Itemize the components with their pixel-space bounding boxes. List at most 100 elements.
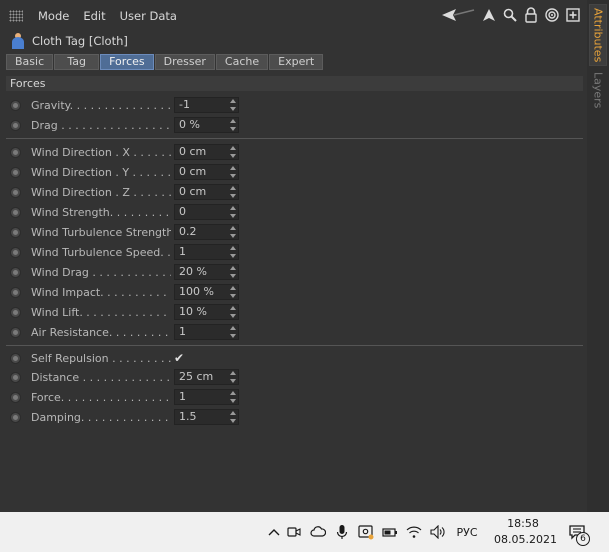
spinner-arrows-icon[interactable] [230, 119, 236, 131]
animate-toggle-icon[interactable] [10, 246, 21, 258]
notification-count-badge: 6 [576, 532, 590, 546]
battery-icon[interactable] [378, 526, 402, 538]
param-field-gravity[interactable]: -1 [174, 97, 239, 113]
spinner-arrows-icon[interactable] [230, 391, 236, 403]
menu-bar: Mode Edit User Data [0, 3, 587, 28]
param-row-wind-impact: Wind Impact. . . . . . . . . . . 100 % [10, 283, 239, 301]
microphone-icon[interactable] [330, 524, 354, 540]
spinner-arrows-icon[interactable] [230, 286, 236, 298]
param-field-damping[interactable]: 1.5 [174, 409, 239, 425]
lock-icon[interactable] [523, 6, 539, 24]
tab-basic[interactable]: Basic [6, 54, 54, 70]
param-row-self-repulsion: Self Repulsion . . . . . . . . . ✔ [10, 349, 184, 367]
spinner-arrows-icon[interactable] [230, 246, 236, 258]
animate-toggle-icon[interactable] [10, 99, 21, 111]
notifications-icon[interactable]: 6 [566, 524, 590, 546]
tab-cache[interactable]: Cache [215, 54, 269, 70]
param-field-drag[interactable]: 0 % [174, 117, 239, 133]
animate-toggle-icon[interactable] [10, 326, 21, 338]
param-field-air-resistance[interactable]: 1 [174, 324, 239, 340]
spinner-arrows-icon[interactable] [230, 326, 236, 338]
spinner-arrows-icon[interactable] [230, 306, 236, 318]
self-repulsion-checkbox[interactable]: ✔ [174, 351, 184, 365]
back-arrow-icon[interactable] [442, 6, 476, 24]
param-field-wind-turbulence-strength[interactable]: 0.2 [174, 224, 239, 240]
param-field-wind-turbulence-speed[interactable]: 1 [174, 244, 239, 260]
volume-icon[interactable] [426, 525, 450, 539]
animate-toggle-icon[interactable] [10, 119, 21, 131]
param-field-wind-direction-z[interactable]: 0 cm [174, 184, 239, 200]
param-row-wind-lift: Wind Lift. . . . . . . . . . . . . 10 % [10, 303, 239, 321]
system-clock[interactable]: 18:58 08.05.2021 [494, 516, 557, 548]
input-language[interactable]: РУС [450, 526, 484, 539]
param-label: Wind Lift. . . . . . . . . . . . . [31, 305, 167, 319]
param-field-force[interactable]: 1 [174, 389, 239, 405]
animate-toggle-icon[interactable] [10, 286, 21, 298]
param-label: Wind Direction . Z . . . . . . . [31, 185, 171, 199]
tab-dresser[interactable]: Dresser [154, 54, 215, 70]
animate-toggle-icon[interactable] [10, 166, 21, 178]
param-field-wind-strength[interactable]: 0 [174, 204, 239, 220]
meet-now-icon[interactable] [282, 525, 306, 539]
animate-toggle-icon[interactable] [10, 411, 21, 423]
panel-grip-icon[interactable] [9, 9, 23, 22]
search-icon[interactable] [502, 6, 518, 24]
spinner-arrows-icon[interactable] [230, 166, 236, 178]
target-icon[interactable] [544, 6, 560, 24]
param-field-distance[interactable]: 25 cm [174, 369, 239, 385]
notification-center[interactable]: 6 [566, 512, 590, 552]
param-label: Gravity. . . . . . . . . . . . . . . . . [31, 98, 171, 112]
chevron-up-icon[interactable] [266, 528, 282, 536]
animate-toggle-icon[interactable] [10, 146, 21, 158]
param-field-wind-direction-x[interactable]: 0 cm [174, 144, 239, 160]
spinner-arrows-icon[interactable] [230, 411, 236, 423]
side-tab-attributes[interactable]: Attributes [589, 4, 607, 66]
animate-toggle-icon[interactable] [10, 391, 21, 403]
param-value: 0 [179, 205, 186, 218]
animate-toggle-icon[interactable] [10, 306, 21, 318]
param-row-wind-direction-z: Wind Direction . Z . . . . . . . 0 cm [10, 183, 239, 201]
menu-user-data[interactable]: User Data [113, 9, 184, 23]
param-value: 1 [179, 245, 186, 258]
onedrive-cloud-icon[interactable] [306, 526, 330, 538]
param-value: 20 % [179, 265, 207, 278]
title-row: Cloth Tag [Cloth] [0, 30, 587, 52]
wifi-icon[interactable] [402, 525, 426, 539]
spinner-arrows-icon[interactable] [230, 226, 236, 238]
param-field-wind-direction-y[interactable]: 0 cm [174, 164, 239, 180]
screen-capture-icon[interactable] [354, 524, 378, 540]
new-panel-icon[interactable] [565, 6, 581, 24]
animate-toggle-icon[interactable] [10, 186, 21, 198]
param-row-wind-strength: Wind Strength. . . . . . . . . . 0 [10, 203, 239, 221]
param-field-wind-impact[interactable]: 100 % [174, 284, 239, 300]
animate-toggle-icon[interactable] [10, 352, 21, 364]
spinner-arrows-icon[interactable] [230, 99, 236, 111]
side-tab-layers[interactable]: Layers [589, 70, 607, 110]
spinner-arrows-icon[interactable] [230, 371, 236, 383]
param-value: 10 % [179, 305, 207, 318]
param-field-wind-drag[interactable]: 20 % [174, 264, 239, 280]
spinner-arrows-icon[interactable] [230, 266, 236, 278]
tab-forces[interactable]: Forces [100, 54, 154, 70]
animate-toggle-icon[interactable] [10, 226, 21, 238]
param-label: Damping. . . . . . . . . . . . . . . [31, 410, 171, 424]
spinner-arrows-icon[interactable] [230, 186, 236, 198]
param-label: Wind Turbulence Speed. . [31, 245, 171, 259]
animate-toggle-icon[interactable] [10, 266, 21, 278]
param-label: Force. . . . . . . . . . . . . . . . . [31, 390, 171, 404]
windows-taskbar: РУС 18:58 08.05.2021 6 [0, 512, 609, 552]
section-header-forces: Forces [6, 76, 583, 91]
menu-edit[interactable]: Edit [76, 9, 112, 23]
attributes-panel: Mode Edit User Data Cloth Tag [Cloth] Ba… [0, 0, 587, 512]
spinner-arrows-icon[interactable] [230, 206, 236, 218]
animate-toggle-icon[interactable] [10, 206, 21, 218]
param-row-wind-direction-x: Wind Direction . X . . . . . . . 0 cm [10, 143, 239, 161]
tab-expert[interactable]: Expert [269, 54, 324, 70]
menu-mode[interactable]: Mode [31, 9, 76, 23]
tab-tag[interactable]: Tag [54, 54, 100, 70]
param-label: Drag . . . . . . . . . . . . . . . . . . [31, 118, 171, 132]
pointer-icon[interactable] [481, 6, 497, 24]
animate-toggle-icon[interactable] [10, 371, 21, 383]
param-field-wind-lift[interactable]: 10 % [174, 304, 239, 320]
spinner-arrows-icon[interactable] [230, 146, 236, 158]
